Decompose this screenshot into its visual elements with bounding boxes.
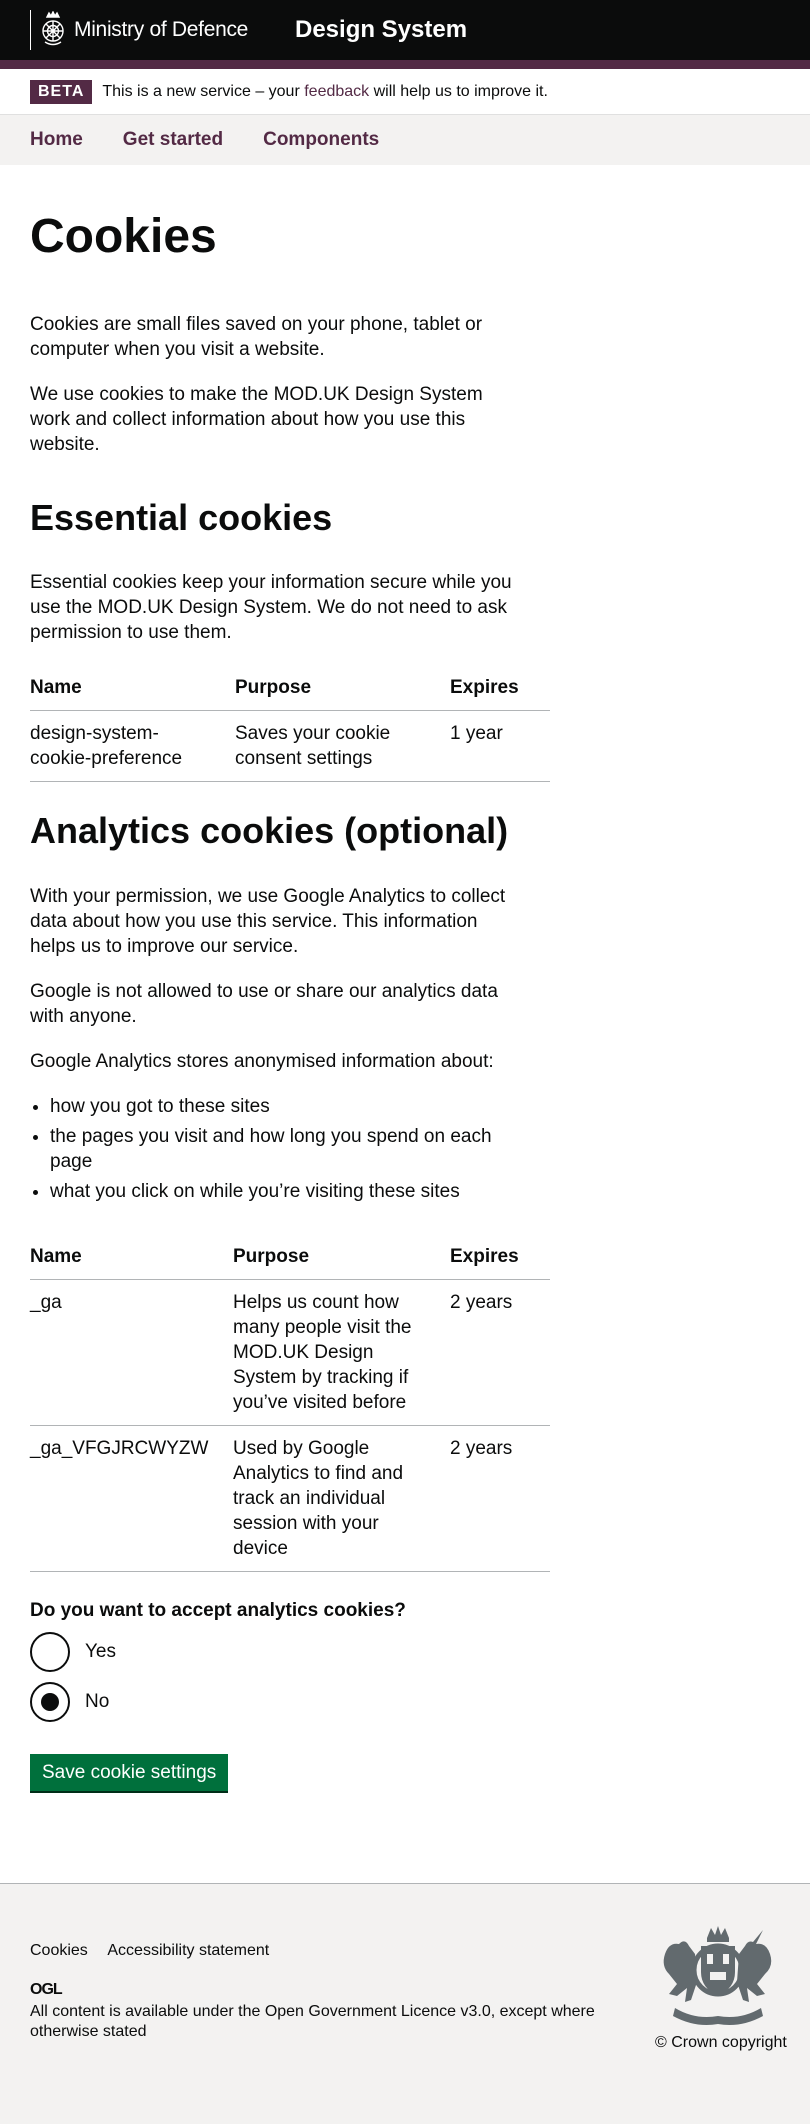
royal-coat-of-arms-icon [663, 1926, 772, 2025]
table-row: _ga_VFGJRCWYZW Used by Google Analytics … [30, 1425, 550, 1572]
cookie-name-cell: _ga_VFGJRCWYZW [30, 1425, 233, 1572]
page-title: Cookies [30, 210, 217, 263]
essential-cookies-text: Essential cookies keep your information … [30, 572, 512, 644]
cookie-purpose-cell: Saves your cookie consent settings [235, 710, 450, 783]
mod-logo-link[interactable]: Ministry of Defence [30, 10, 295, 50]
analytics-question: Do you want to accept analytics cookies? [30, 1599, 406, 1621]
cookie-purpose-cell: Used by Google Analytics to find and tra… [233, 1425, 450, 1572]
analytics-paragraph: Google is not allowed to use or share ou… [30, 980, 498, 1027]
phase-banner: BETA This is a new service – your feedba… [0, 69, 810, 115]
analytics-cookies-heading: Analytics cookies (optional) [30, 810, 509, 852]
table-header-row: Name Purpose Expires [30, 665, 550, 712]
phase-banner-text: This is a new service – your feedback wi… [102, 83, 548, 101]
footer-link-cookies[interactable]: Cookies [30, 1942, 88, 1959]
column-header-expires: Expires [450, 665, 550, 712]
analytics-paragraph: Google Analytics stores anonymised infor… [30, 1050, 494, 1072]
essential-cookies-table: Name Purpose Expires design-system-cooki… [30, 665, 550, 783]
list-item: what you click on while you’re visiting … [50, 1179, 520, 1204]
cookie-expires-cell: 2 years [450, 1425, 550, 1572]
footer-crest: © Crown copyright [655, 1924, 787, 2052]
essential-cookies-heading: Essential cookies [30, 496, 333, 538]
cookie-name-cell: design-system-cookie-preference [30, 710, 235, 783]
list-item: how you got to these sites [50, 1094, 520, 1119]
nav-item-home[interactable]: Home [30, 129, 83, 151]
intro-paragraph: Cookies are small files saved on your ph… [30, 313, 483, 360]
cookie-settings-form: Do you want to accept analytics cookies?… [30, 1600, 520, 1791]
phase-text-after: will help us to improve it. [369, 82, 548, 100]
header-accent-bar [0, 60, 810, 69]
radio-label: No [85, 1690, 110, 1712]
primary-navigation: Home Get started Components [0, 115, 810, 165]
radio-no-button[interactable] [30, 1681, 70, 1722]
phase-text-before: This is a new service – your [102, 82, 305, 100]
nav-item-components[interactable]: Components [263, 129, 379, 151]
licence-before: All content is available under the [30, 2003, 265, 2020]
column-header-purpose: Purpose [233, 1233, 450, 1280]
analytics-cookies-table: Name Purpose Expires _ga Helps us count … [30, 1233, 550, 1572]
cookie-purpose-cell: Helps us count how many people visit the… [233, 1279, 450, 1426]
radio-yes-button[interactable] [30, 1631, 70, 1672]
ogl-logo-icon: OGL [30, 1981, 64, 1997]
svg-text:OGL: OGL [30, 1981, 63, 1997]
mod-crest-icon [42, 11, 64, 46]
main-content: Cookies Cookies are small files saved on… [0, 165, 550, 1791]
intro-paragraph: We use cookies to make the MOD.UK Design… [30, 383, 483, 455]
analytics-info-list: how you got to these sites the pages you… [30, 1094, 520, 1204]
list-item: the pages you visit and how long you spe… [50, 1124, 520, 1174]
analytics-paragraph: With your permission, we use Google Anal… [30, 885, 506, 957]
column-header-name: Name [30, 1233, 233, 1280]
licence-text: All content is available under the Open … [30, 2002, 620, 2042]
radio-option-no[interactable]: No [30, 1681, 520, 1722]
cookie-expires-cell: 2 years [450, 1279, 550, 1426]
save-cookie-settings-button[interactable]: Save cookie settings [30, 1753, 229, 1791]
radio-option-yes[interactable]: Yes [30, 1631, 520, 1672]
cookie-expires-cell: 1 year [450, 710, 550, 783]
site-header: Ministry of Defence Design System [0, 0, 810, 60]
cookie-name-cell: _ga [30, 1279, 233, 1426]
table-row: design-system-cookie-preference Saves yo… [30, 710, 550, 783]
crown-copyright-link[interactable]: © Crown copyright [655, 2034, 787, 2052]
feedback-link[interactable]: feedback [304, 83, 369, 100]
service-name-link[interactable]: Design System [295, 16, 467, 44]
footer-link-accessibility[interactable]: Accessibility statement [107, 1942, 269, 1959]
column-header-name: Name [30, 665, 235, 712]
nav-item-get-started[interactable]: Get started [123, 129, 223, 151]
radio-label: Yes [85, 1640, 116, 1662]
licence-link[interactable]: Open Government Licence v3.0 [265, 2003, 491, 2020]
footer-links: Cookies Accessibility statement [30, 1942, 285, 1960]
table-row: _ga Helps us count how many people visit… [30, 1279, 550, 1426]
column-header-purpose: Purpose [235, 665, 450, 712]
site-footer: Cookies Accessibility statement OGL All … [0, 1883, 810, 2124]
org-name: Ministry of Defence [74, 18, 249, 41]
table-header-row: Name Purpose Expires [30, 1233, 550, 1280]
column-header-expires: Expires [450, 1233, 550, 1280]
phase-tag: BETA [30, 79, 93, 104]
